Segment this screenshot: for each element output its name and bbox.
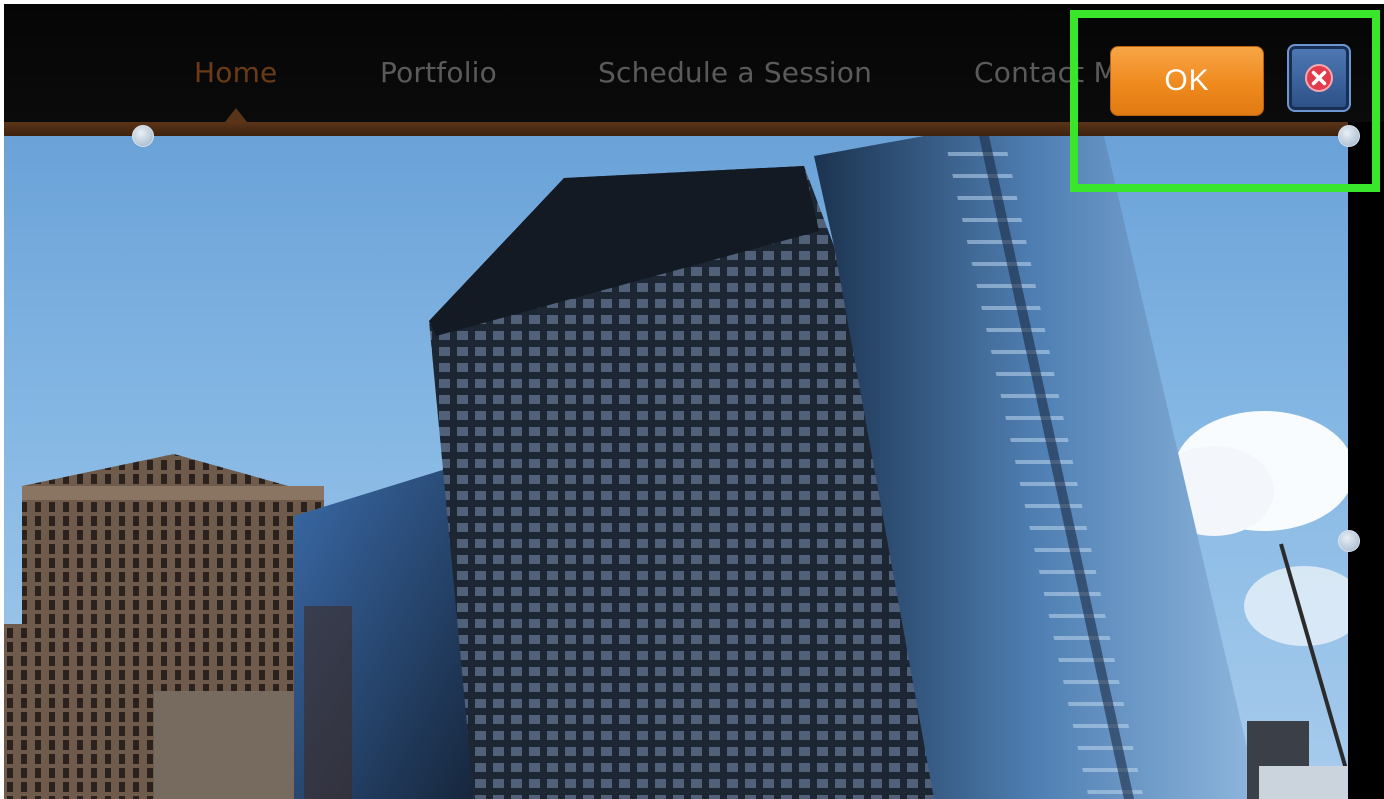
highlight-box [1070,10,1380,192]
right-edge-strip [1348,122,1384,799]
crop-handle-right-middle[interactable] [1338,530,1360,552]
header-photo-crop-area[interactable] [4,136,1348,799]
nav-item-schedule-a-session[interactable]: Schedule a Session [598,56,872,89]
nav-item-home[interactable]: Home [194,56,278,89]
crop-handle-top-left[interactable] [132,125,154,147]
skyline-photo [4,136,1348,799]
active-nav-indicator [225,108,247,122]
nav-item-portfolio[interactable]: Portfolio [380,56,497,89]
